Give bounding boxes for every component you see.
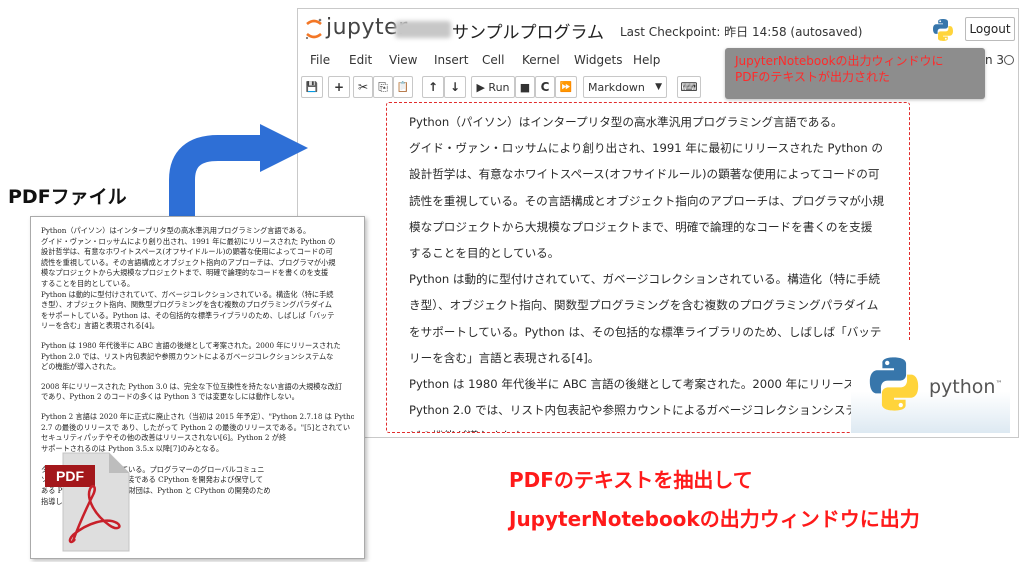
- menu-help[interactable]: Help: [633, 53, 660, 67]
- restart-run-all-button[interactable]: ⏩: [555, 76, 577, 98]
- annotation-line-2: PDFのテキストが出力された: [735, 70, 891, 84]
- pdf-paragraph: 2008 年にリリースされた Python 3.0 は、完全な下位互換性を持たな…: [41, 382, 354, 403]
- arrow-down-icon: ↓: [449, 80, 461, 94]
- python-word-text: python: [929, 376, 996, 398]
- pdf-file-icon: PDF: [45, 452, 130, 552]
- notebook-title[interactable]: サンプルプログラム: [452, 18, 604, 43]
- copy-button[interactable]: ⎘: [373, 76, 393, 98]
- keyboard-icon: ⌨: [680, 80, 698, 94]
- output-line: Python は 1980 年代後半に ABC 言語の後継として考案された。20…: [409, 377, 878, 392]
- pdf-line: 模なプロジェクトから大規模なプロジェクトまで、明確で論理的なコードを書くのを支援: [41, 268, 329, 278]
- paste-icon: 📋: [396, 81, 410, 93]
- pdf-line: 読性を重視している。その言語構成とオブジェクト指向のアプローチは、プログラマが小…: [41, 257, 336, 267]
- stop-button[interactable]: ■: [515, 76, 535, 98]
- blurred-name-prefix: [395, 21, 451, 38]
- restart-icon: C: [540, 80, 550, 94]
- output-line: をサポートしている。Python は、その包括的な標準ライブラリのため、しばしば…: [409, 324, 882, 339]
- pdf-line: することを目的としている。: [41, 278, 135, 288]
- pdf-line: 2.7 の最後のリリースで あり、したがって Python 2 の最後のリリース…: [41, 422, 351, 432]
- python-logo: python™: [851, 341, 1010, 433]
- kernel-status-icon: [1004, 55, 1014, 65]
- pdf-line: Python は 1980 年代後半に ABC 言語の後継として考案された。20…: [41, 340, 341, 350]
- copy-icon: ⎘: [378, 79, 388, 94]
- output-line: 模なプロジェクトから大規模なプロジェクトまで、明確で論理的なコードを書くのを支援: [409, 219, 873, 234]
- stop-icon: ■: [519, 80, 531, 94]
- python-snake-icon: [869, 357, 919, 411]
- pdf-line: 2008 年にリリースされた Python 3.0 は、完全な下位互換性を持たな…: [41, 381, 343, 391]
- cut-button[interactable]: ✂: [353, 76, 373, 98]
- flow-arrow-icon: [169, 124, 308, 218]
- pdf-line: リーを含む」言語と表現される[4]。: [41, 321, 159, 331]
- output-area: Python（パイソン）はインタープリタ型の高水準汎用プログラミング言語である。…: [386, 102, 910, 433]
- menu-kernel[interactable]: Kernel: [522, 53, 560, 67]
- output-line: き型）、オブジェクト指向、関数型プログラミングを含む複数のプログラミングパラダイ…: [409, 298, 879, 313]
- fast-forward-icon: ⏩: [559, 81, 573, 93]
- move-up-button[interactable]: ↑: [422, 76, 444, 98]
- chevron-down-icon: ▼: [655, 82, 662, 92]
- jupyter-logo-icon[interactable]: [304, 17, 324, 41]
- pdf-line: であり、Python 2 のコードの多くは Python 3 では変更なしには動…: [41, 392, 299, 402]
- restart-button[interactable]: C: [535, 76, 555, 98]
- menu-cell[interactable]: Cell: [482, 53, 504, 67]
- output-line: リーを含む」言語と表現される[4]。: [409, 350, 600, 365]
- menu-view[interactable]: View: [389, 53, 417, 67]
- pdf-paragraph: Python は 1980 年代後半に ABC 言語の後継として考案された。20…: [41, 341, 354, 373]
- save-button[interactable]: 💾: [301, 76, 323, 98]
- menu-insert[interactable]: Insert: [434, 53, 468, 67]
- caption-line-1: PDFのテキストを抽出して: [509, 468, 753, 492]
- kernel-name: n 3: [985, 53, 1005, 67]
- menu-file[interactable]: File: [310, 53, 330, 67]
- pdf-line: Python（パイソン）はインタープリタ型の高水準汎用プログラミング言語である。: [41, 226, 311, 235]
- output-line: どの機能が導入された。: [409, 423, 909, 432]
- output-line: 読性を重視している。その言語構成とオブジェクト指向のアプローチは、プログラマが小…: [409, 193, 884, 208]
- python-tm: ™: [995, 379, 1003, 388]
- pdf-document-preview: Python（パイソン）はインタープリタ型の高水準汎用プログラミング言語である。…: [30, 216, 365, 559]
- pdf-icon-label: PDF: [56, 468, 84, 484]
- pdf-line: Python は動的に型付けされていて、ガベージコレクションされている。構造化（…: [41, 289, 334, 299]
- arrow-up-icon: ↑: [427, 80, 439, 94]
- save-icon: 💾: [305, 81, 319, 93]
- caption-line-2: JupyterNotebookの出力ウィンドウに出力: [509, 507, 920, 531]
- output-line: することを目的としている。: [409, 246, 560, 261]
- python-logo-word: python™: [929, 376, 1002, 398]
- menu-edit[interactable]: Edit: [349, 53, 372, 67]
- pdf-file-label: PDFファイル: [8, 186, 127, 208]
- output-line: 設計哲学は、有意なホワイトスペース(オフサイドルール)の顕著な使用によってコード…: [409, 167, 880, 182]
- logout-button[interactable]: Logout: [965, 17, 1015, 41]
- annotation-callout: JupyterNotebookの出力ウィンドウに PDFのテキストが出力された: [725, 48, 985, 99]
- output-line: Python（パイソン）はインタープリタ型の高水準汎用プログラミング言語である。: [409, 115, 843, 129]
- pdf-line: どの機能が導入された。: [41, 362, 121, 372]
- pdf-line: Python 2.0 では、リスト内包表記や参照カウントによるガベージコレクショ…: [41, 351, 334, 361]
- pdf-line: をサポートしている。Python は、その包括的な標準ライブラリのため、しばしば…: [41, 310, 335, 320]
- output-line: Python 2.0 では、リスト内包表記や参照カウントによるガベージコレクショ…: [409, 403, 869, 418]
- pdf-line: グイド・ヴァン・ロッサムにより創り出され、1991 年に最初にリリースされた P…: [41, 236, 336, 246]
- cell-type-select[interactable]: Markdown ▼: [583, 76, 667, 98]
- python-kernel-icon: [933, 19, 953, 41]
- add-cell-button[interactable]: +: [328, 76, 350, 98]
- menu-widgets[interactable]: Widgets: [574, 53, 623, 67]
- pdf-line: セキュリティパッチやその他の改善はリリースされない[6]。Python 2 が終: [41, 433, 287, 443]
- scissors-icon: ✂: [357, 80, 369, 94]
- move-down-button[interactable]: ↓: [444, 76, 466, 98]
- pdf-paragraph: Python（パイソン）はインタープリタ型の高水準汎用プログラミング言語である。…: [41, 226, 354, 332]
- plus-icon: +: [333, 80, 345, 94]
- checkpoint-status: Last Checkpoint: 昨日 14:58 (autosaved): [620, 25, 863, 39]
- cell-type-value: Markdown: [588, 80, 645, 94]
- run-label: ▶ Run: [476, 80, 510, 94]
- output-line: Python は動的に型付けされていて、ガベージコレクションされている。構造化（…: [409, 272, 880, 287]
- pdf-line: 設計哲学は、有意なホワイトスペース(オフサイドルール)の顕著な使用によってコード…: [41, 247, 333, 257]
- pdf-line: Python 2 言語は 2020 年に正式に廃止され（当初は 2015 年予定…: [41, 411, 354, 421]
- annotation-line-1: JupyterNotebookの出力ウィンドウに: [735, 54, 944, 68]
- pdf-line: き型）、オブジェクト指向、関数型プログラミングを含む複数のプログラミングパラダイ…: [41, 300, 332, 310]
- jupyter-window: jupyter サンプルプログラム Last Checkpoint: 昨日 14…: [297, 8, 1019, 438]
- jupyter-header: jupyter サンプルプログラム Last Checkpoint: 昨日 14…: [298, 9, 1018, 49]
- output-line: グイド・ヴァン・ロッサムにより創り出され、1991 年に最初にリリースされた P…: [409, 141, 884, 156]
- command-palette-button[interactable]: ⌨: [677, 76, 701, 98]
- run-button[interactable]: ▶ Run: [471, 76, 515, 98]
- paste-button[interactable]: 📋: [393, 76, 413, 98]
